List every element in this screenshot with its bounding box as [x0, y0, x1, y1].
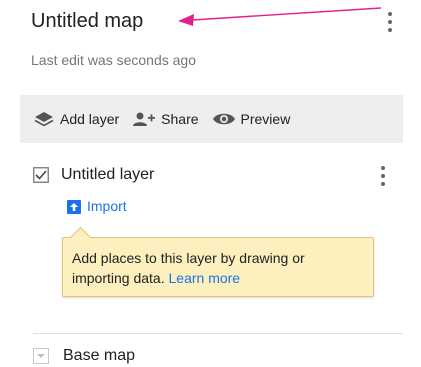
layer-visibility-checkbox[interactable]	[33, 167, 49, 183]
map-title[interactable]: Untitled map	[31, 10, 143, 33]
layer-item: Untitled layer	[33, 162, 403, 188]
import-label: Import	[87, 198, 127, 214]
divider	[33, 333, 403, 334]
add-layer-button[interactable]: Add layer	[33, 111, 119, 127]
add-person-icon	[133, 112, 156, 126]
chevron-down-icon[interactable]	[33, 348, 49, 364]
share-label: Share	[161, 111, 199, 127]
layer-hint-tooltip: Add places to this layer by drawing or i…	[62, 226, 374, 297]
upload-icon	[67, 199, 81, 214]
layers-icon	[34, 112, 54, 127]
layer-options-icon[interactable]	[376, 164, 390, 188]
base-map-section[interactable]: Base map	[33, 347, 135, 365]
layer-name[interactable]: Untitled layer	[61, 166, 154, 184]
preview-label: Preview	[240, 111, 291, 127]
map-toolbar: Add layer Share Preview	[20, 95, 403, 143]
share-button[interactable]: Share	[132, 111, 199, 127]
preview-button[interactable]: Preview	[212, 111, 291, 127]
base-map-label: Base map	[63, 347, 136, 364]
eye-icon	[212, 113, 235, 125]
add-layer-label: Add layer	[60, 111, 120, 127]
learn-more-link[interactable]: Learn more	[169, 270, 241, 286]
last-edit-status: Last edit was seconds ago	[31, 52, 196, 68]
import-link[interactable]: Import	[67, 198, 127, 214]
map-options-icon[interactable]	[383, 10, 397, 34]
